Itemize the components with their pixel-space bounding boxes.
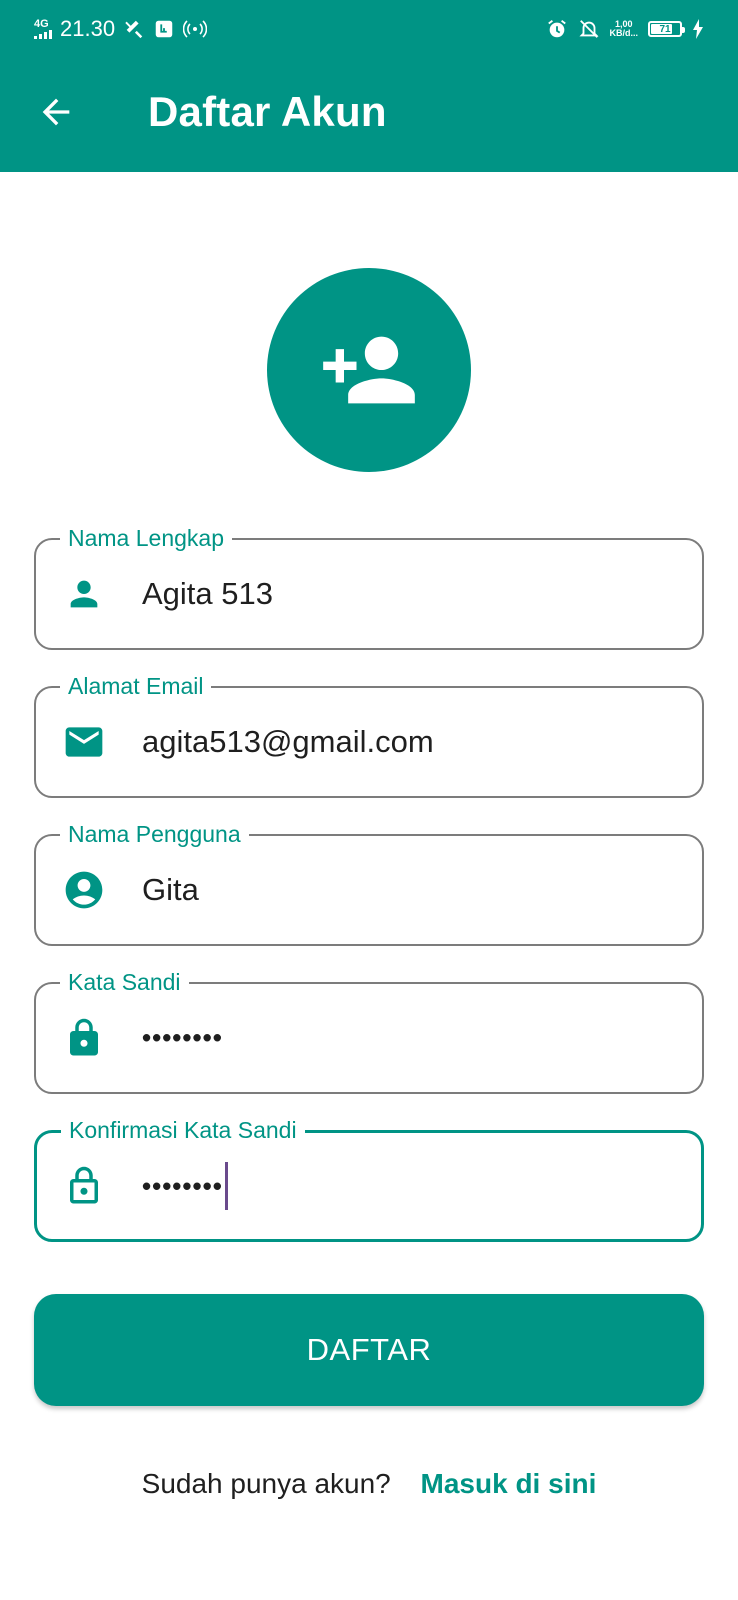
arrow-back-icon [42, 98, 70, 126]
confirm-password-field[interactable]: Konfirmasi Kata Sandi •••••••• [34, 1115, 704, 1242]
network-type: 4G [34, 18, 49, 30]
person-add-icon [323, 336, 415, 404]
back-button[interactable] [36, 92, 76, 132]
alarm-icon [547, 20, 566, 38]
username-label: Nama Pengguna [60, 819, 249, 849]
add-profile-photo-button[interactable] [267, 268, 471, 472]
text-cursor [224, 1162, 228, 1210]
usb-icon [155, 20, 173, 38]
battery-level: 71 [659, 23, 671, 35]
charging-icon [693, 19, 703, 39]
email-field[interactable]: Alamat Email agita513@gmail.com [34, 671, 704, 798]
confirm-password-label: Konfirmasi Kata Sandi [61, 1115, 305, 1145]
login-question: Sudah punya akun? [141, 1468, 391, 1499]
hotspot-icon [183, 20, 208, 38]
username-field[interactable]: Nama Pengguna Gita [34, 819, 704, 946]
password-input[interactable]: •••••••• [142, 1023, 223, 1054]
status-bar: 4G 21.30 1,00 KB/d... 71 [0, 0, 738, 58]
mail-icon [65, 727, 103, 757]
password-label: Kata Sandi [60, 967, 189, 997]
speed-unit: KB/d... [609, 28, 639, 38]
battery-icon: 71 [648, 21, 685, 37]
email-label: Alamat Email [60, 671, 212, 701]
lock-outline-icon [70, 1166, 98, 1204]
status-time: 21.30 [60, 16, 116, 41]
network-speed: 1,00 KB/d... [610, 20, 639, 38]
tools-icon [125, 20, 143, 39]
app-bar: 4G 21.30 1,00 KB/d... 71 Daftar Akun [0, 0, 738, 172]
lock-icon [70, 1018, 98, 1056]
username-input[interactable]: Gita [142, 872, 199, 908]
notifications-off-icon [578, 20, 599, 38]
account-circle-icon [65, 871, 103, 909]
email-input[interactable]: agita513@gmail.com [142, 724, 434, 760]
signal-icon: 4G [34, 19, 52, 39]
confirm-password-value: •••••••• [142, 1170, 223, 1201]
full-name-field[interactable]: Nama Lengkap Agita 513 [34, 523, 704, 650]
full-name-label: Nama Lengkap [60, 523, 232, 553]
register-button[interactable]: DAFTAR [34, 1294, 704, 1406]
password-field[interactable]: Kata Sandi •••••••• [34, 967, 704, 1094]
full-name-input[interactable]: Agita 513 [142, 576, 273, 612]
login-link[interactable]: Masuk di sini [421, 1468, 597, 1499]
person-icon [70, 580, 98, 608]
login-prompt: Sudah punya akun? Masuk di sini [0, 1468, 738, 1500]
confirm-password-input[interactable]: •••••••• [142, 1162, 228, 1210]
page-title: Daftar Akun [148, 88, 387, 135]
